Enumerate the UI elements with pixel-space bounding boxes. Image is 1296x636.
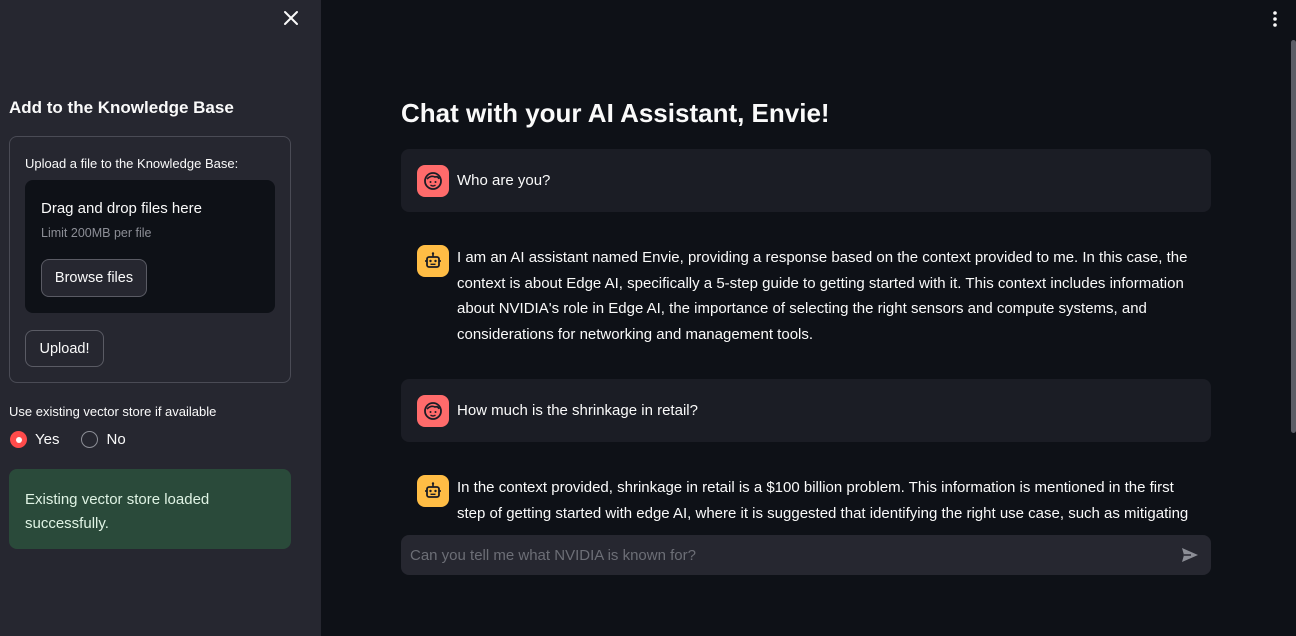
sidebar-title: Add to the Knowledge Base <box>9 98 234 117</box>
upload-label: Upload a file to the Knowledge Base: <box>25 156 239 171</box>
chat-message-user: How much is the shrinkage in retail? <box>401 379 1211 442</box>
send-icon[interactable] <box>1180 545 1200 565</box>
browse-files-button[interactable]: Browse files <box>41 259 147 297</box>
page-title: Chat with your AI Assistant, Envie! <box>401 98 830 128</box>
file-dropzone[interactable]: Drag and drop files here Limit 200MB per… <box>25 180 275 313</box>
sidebar: Add to the Knowledge Base Upload a file … <box>0 0 321 636</box>
vector-store-radio-label: Use existing vector store if available <box>9 404 217 419</box>
dropzone-title: Drag and drop files here <box>41 200 202 217</box>
chat-input[interactable] <box>410 535 1170 575</box>
radio-option-yes[interactable]: Yes <box>10 431 59 448</box>
dropzone-limit: Limit 200MB per file <box>41 226 152 240</box>
face-icon <box>417 165 449 197</box>
message-text: Who are you? <box>457 172 551 189</box>
message-text: I am an AI assistant named Envie, provid… <box>457 249 1188 343</box>
upload-button[interactable]: Upload! <box>25 330 104 367</box>
vector-store-radio-group: Yes No <box>10 431 148 448</box>
robot-icon <box>417 475 449 507</box>
radio-checked-icon <box>10 431 27 448</box>
radio-option-no[interactable]: No <box>81 431 126 448</box>
radio-unchecked-icon <box>81 431 99 448</box>
chat-history: Who are you? I am an AI assistant named … <box>401 149 1211 521</box>
file-uploader: Upload a file to the Knowledge Base: Dra… <box>9 136 291 383</box>
chat-message-assistant: In the context provided, shrinkage in re… <box>401 459 1211 521</box>
message-text: In the context provided, shrinkage in re… <box>457 479 1189 521</box>
face-icon <box>417 395 449 427</box>
chat-message-user: Who are you? <box>401 149 1211 212</box>
message-text: How much is the shrinkage in retail? <box>457 402 698 419</box>
success-alert: Existing vector store loaded successfull… <box>9 469 291 549</box>
radio-option-label: No <box>106 431 126 448</box>
close-icon[interactable] <box>282 9 300 27</box>
radio-option-label: Yes <box>35 431 60 448</box>
chat-message-assistant: I am an AI assistant named Envie, provid… <box>401 229 1211 369</box>
scrollbar[interactable] <box>1291 40 1296 433</box>
chat-input-container <box>401 535 1211 575</box>
kebab-menu-icon[interactable] <box>1268 10 1282 28</box>
robot-icon <box>417 245 449 277</box>
